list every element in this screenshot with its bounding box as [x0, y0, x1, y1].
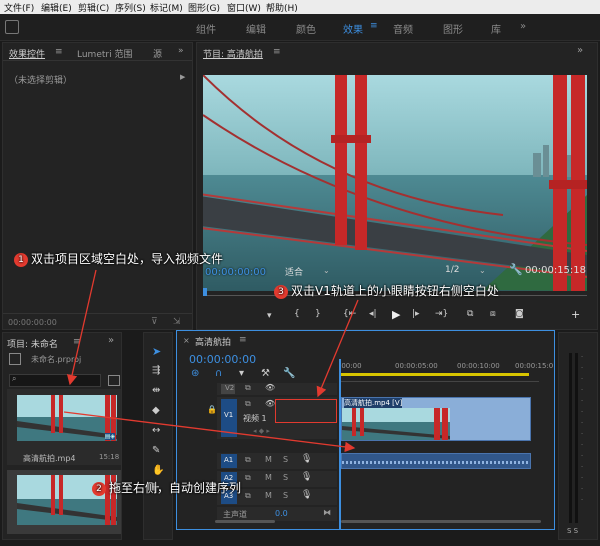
callout-2-badge: 2 [92, 482, 106, 496]
callout-1-badge: 1 [14, 253, 28, 267]
callout-2: 2 拖至右侧，自动创建序列 [92, 479, 241, 496]
callout-3: 3 双击V1轨道上的小眼睛按钮右侧空白处 [274, 282, 499, 299]
arrow-3 [316, 299, 359, 398]
annotation-arrows [63, 269, 359, 453]
callout-2-text: 拖至右侧，自动创建序列 [109, 481, 242, 495]
callout-1: 1 双击项目区域空白处，导入视频文件 [14, 250, 223, 267]
callout-3-badge: 3 [274, 285, 288, 299]
arrow-2 [63, 411, 356, 453]
callout-1-text: 双击项目区域空白处，导入视频文件 [31, 252, 224, 266]
callout-3-text: 双击V1轨道上的小眼睛按钮右侧空白处 [291, 284, 499, 298]
arrow-1 [66, 269, 97, 386]
